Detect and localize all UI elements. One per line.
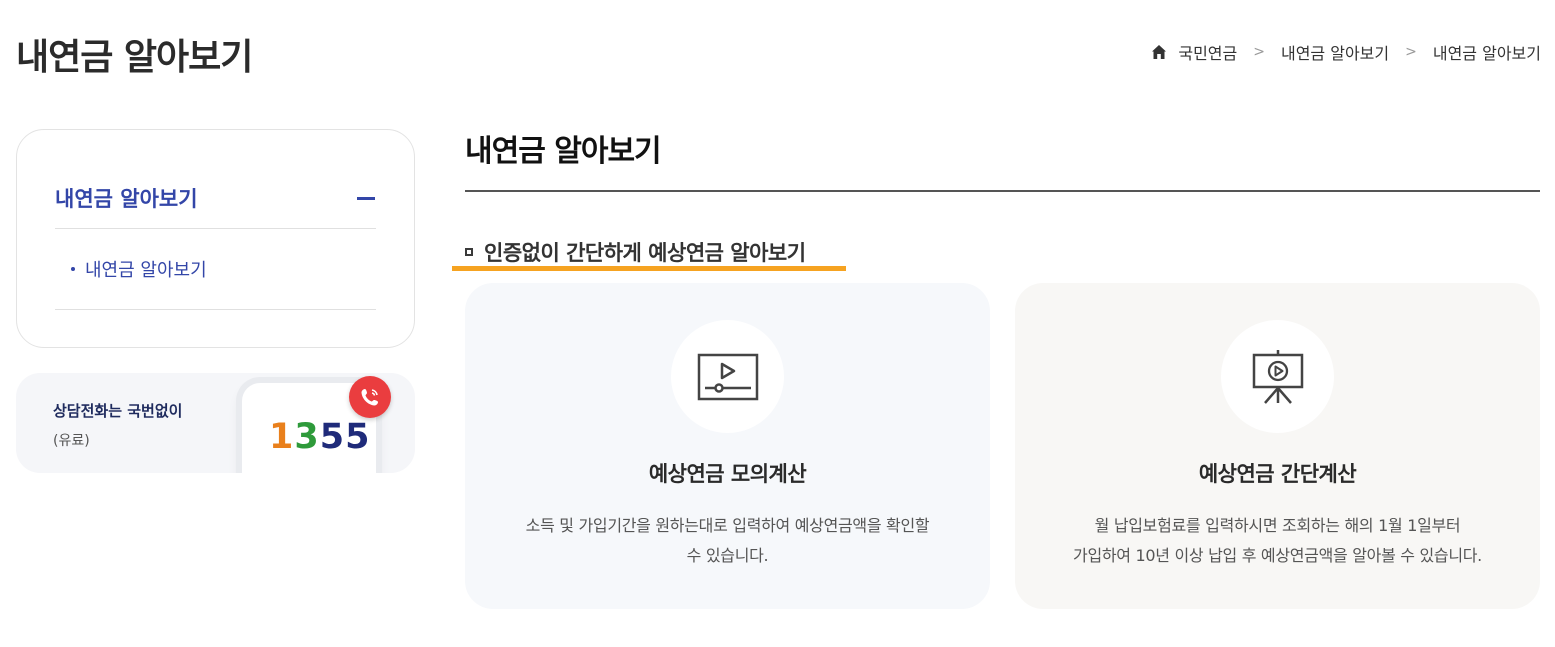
mock-calculation-card[interactable]: 예상연금 모의계산 소득 및 가입기간을 원하는대로 입력하여 예상연금액을 확… [465,283,990,609]
breadcrumb-item-national-pension[interactable]: 국민연금 [1178,40,1237,64]
breadcrumb: 국민연금 > 내연금 알아보기 > 내연금 알아보기 [1150,40,1541,64]
sidebar-item-my-pension[interactable]: 내연금 알아보기 [55,229,376,310]
side-menu-header[interactable]: 내연금 알아보기 [55,172,376,229]
content-title: 내연금 알아보기 [465,134,662,169]
card-description: 월 납입보험료를 입력하시면 조회하는 해의 1월 1일부터 가입하여 10년 … [1073,516,1482,565]
side-menu-title: 내연금 알아보기 [55,187,198,211]
chevron-right-icon: > [1405,44,1417,60]
section-heading: 인증없이 간단하게 예상연금 알아보기 [465,237,806,267]
presentation-board-icon [1221,320,1334,433]
home-icon[interactable] [1150,43,1168,61]
card-description: 소득 및 가입기간을 원하는대로 입력하여 예상연금액을 확인할 수 있습니다. [525,516,930,565]
call-banner-subtitle: (유료) [53,433,90,449]
bullet-icon [71,267,75,271]
title-divider [465,190,1540,192]
call-center-banner[interactable]: 상담전화는 국번없이 (유료) 1355 [16,373,415,473]
page-title: 내연금 알아보기 [16,37,253,78]
breadcrumb-item-my-pension[interactable]: 내연금 알아보기 [1281,40,1389,64]
minus-icon[interactable] [356,188,376,208]
call-number: 1355 [269,417,371,457]
video-player-icon [671,320,784,433]
sidebar-item-label: 내연금 알아보기 [85,260,207,281]
chevron-right-icon: > [1253,44,1265,60]
section-title: 인증없이 간단하게 예상연금 알아보기 [484,241,806,265]
phone-icon [349,376,391,418]
section-underline [452,266,846,271]
call-banner-title: 상담전화는 국번없이 [53,402,183,420]
card-title: 예상연금 간단계산 [1198,462,1357,486]
simple-calculation-card[interactable]: 예상연금 간단계산 월 납입보험료를 입력하시면 조회하는 해의 1월 1일부터… [1015,283,1540,609]
breadcrumb-item-current[interactable]: 내연금 알아보기 [1433,40,1541,64]
card-title: 예상연금 모의계산 [648,462,807,486]
square-bullet-icon [465,248,473,256]
side-menu: 내연금 알아보기 내연금 알아보기 [16,129,415,348]
